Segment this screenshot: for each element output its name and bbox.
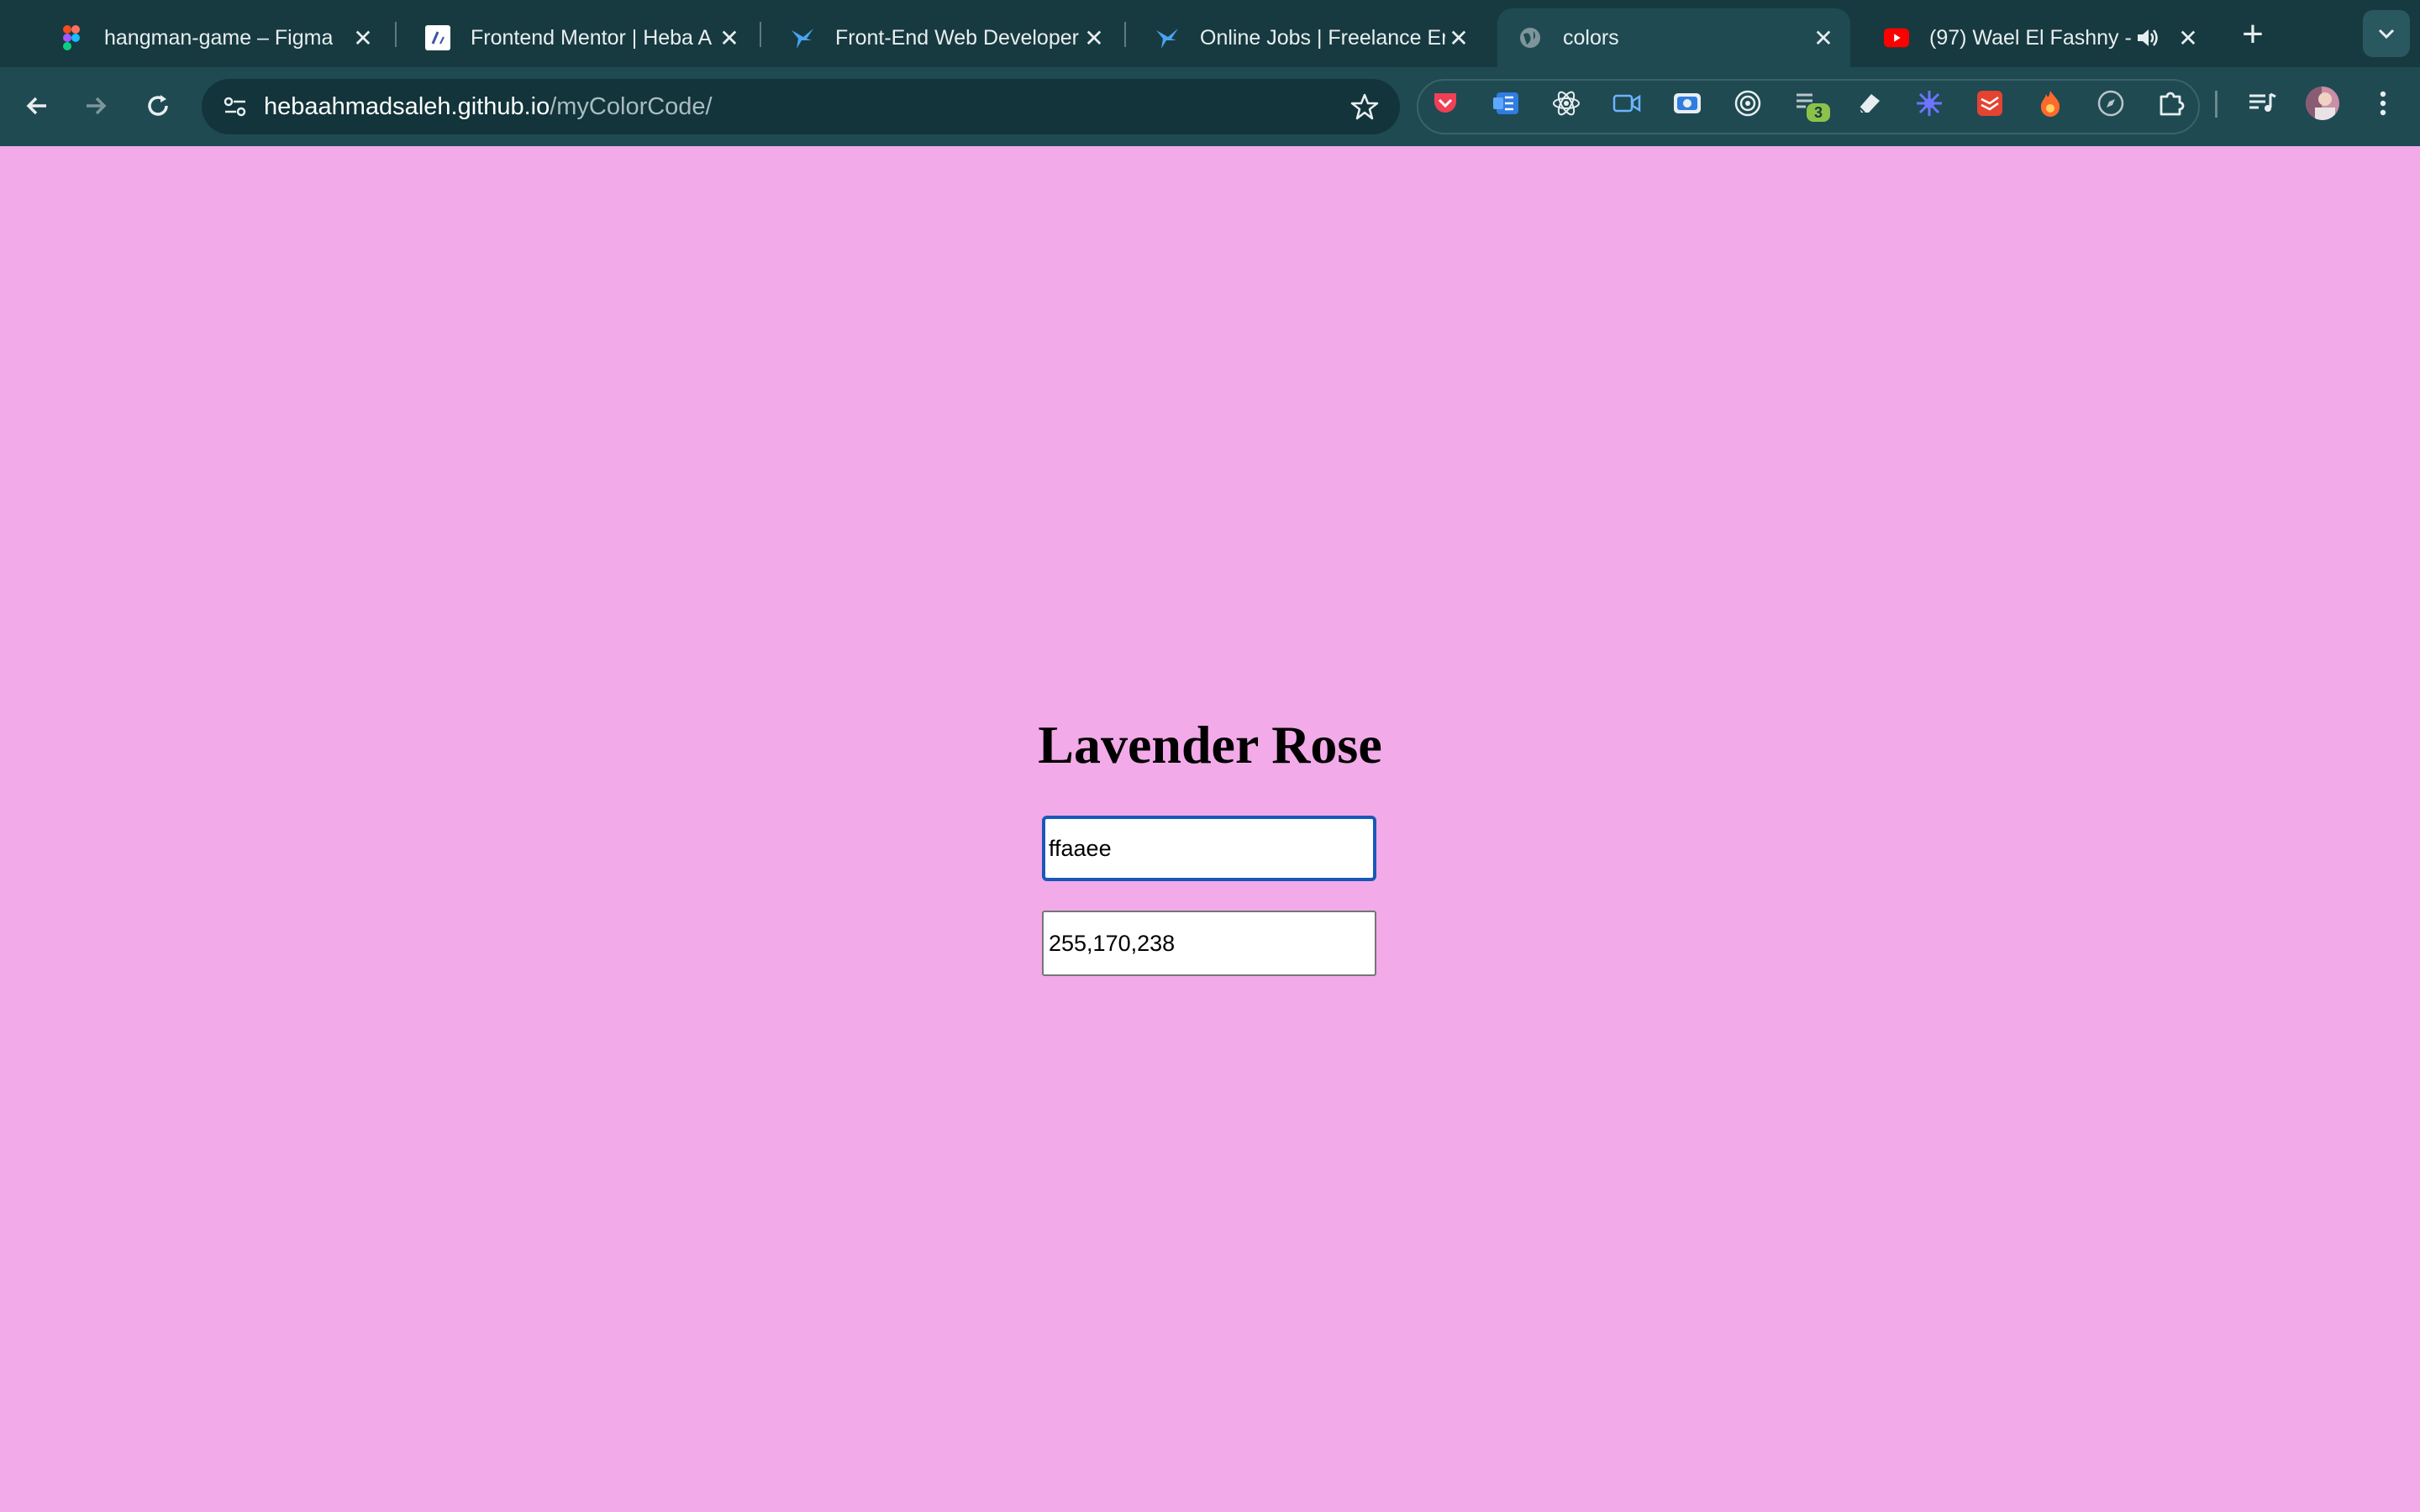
bookmark-extension-icon[interactable] (1487, 85, 1524, 122)
avatar[interactable] (2304, 85, 2341, 122)
frontend-mentor-icon (425, 25, 450, 50)
todoist-icon[interactable] (1971, 85, 2008, 122)
tab-title: Online Jobs | Freelance Er (1200, 25, 1445, 50)
screen-capture-icon[interactable] (1669, 85, 1706, 122)
tab-colors[interactable]: colors ✕ (1497, 8, 1850, 67)
chevron-down-icon (2378, 29, 2395, 39)
address-bar[interactable]: hebaahmadsaleh.github.io/myColorCode/ (202, 79, 1400, 134)
more-menu-icon[interactable] (2365, 85, 2402, 122)
page-content: Lavender Rose (0, 146, 2420, 1512)
url-path: /myColorCode/ (550, 93, 713, 120)
bird-icon (790, 25, 815, 50)
target-icon[interactable] (1729, 85, 1766, 122)
forward-button[interactable] (74, 84, 118, 128)
pocket-icon[interactable] (1427, 85, 1464, 122)
fire-icon[interactable] (2032, 85, 2069, 122)
eraser-icon[interactable] (1850, 85, 1887, 122)
hex-code-input[interactable] (1042, 816, 1376, 881)
bookmark-star-icon[interactable] (1348, 90, 1381, 123)
compass-icon[interactable] (2092, 85, 2129, 122)
browser-chrome: hangman-game – Figma ✕ Frontend Mentor |… (0, 0, 2420, 146)
media-controls-icon[interactable] (2244, 85, 2281, 122)
tab-separator (760, 22, 761, 47)
close-tab-icon[interactable]: ✕ (2173, 23, 2203, 53)
back-button[interactable] (15, 84, 59, 128)
color-name-heading: Lavender Rose (1038, 715, 1382, 774)
tab-title: hangman-game – Figma (104, 25, 334, 50)
reload-icon (148, 95, 168, 116)
sparkle-icon[interactable] (1911, 85, 1948, 122)
tab-title: Frontend Mentor | Heba A (471, 25, 713, 50)
notes-icon[interactable]: 3 (1790, 85, 1830, 122)
puzzle-icon[interactable] (2153, 85, 2190, 122)
url-domain: hebaahmadsaleh.github.io (264, 93, 550, 120)
tab-youtube[interactable]: (97) Wael El Fashny - ✕ (1864, 8, 2215, 67)
close-tab-icon[interactable]: ✕ (1444, 23, 1474, 53)
video-camera-icon[interactable] (1608, 85, 1645, 122)
close-tab-icon[interactable]: ✕ (714, 23, 744, 53)
rgb-code-input[interactable] (1042, 911, 1376, 976)
tab-separator (1124, 22, 1126, 47)
toolbar-divider (2215, 91, 2217, 118)
tab-search-button[interactable] (2363, 10, 2410, 57)
back-arrow-icon (26, 97, 46, 115)
tab-frontend-mentor[interactable]: Frontend Mentor | Heba A ✕ (405, 8, 756, 67)
globe-icon (1518, 25, 1543, 50)
tab-front-end-web-developer[interactable]: Front-End Web Developer ✕ (770, 8, 1121, 67)
tab-title: Front-End Web Developer (835, 25, 1079, 50)
extension-badge: 3 (1807, 103, 1830, 122)
site-settings-icon[interactable] (217, 88, 254, 125)
close-tab-icon[interactable]: ✕ (348, 23, 378, 53)
tab-title: colors (1563, 25, 1619, 50)
close-tab-icon[interactable]: ✕ (1808, 23, 1839, 53)
tab-online-jobs[interactable]: Online Jobs | Freelance Er ✕ (1134, 8, 1486, 67)
forward-arrow-icon (87, 97, 107, 115)
tab-separator (395, 22, 397, 47)
new-tab-button[interactable]: + (2232, 13, 2274, 55)
tab-title: (97) Wael El Fashny - (1929, 25, 2132, 50)
tab-figma[interactable]: hangman-game – Figma ✕ (39, 8, 390, 67)
tab-strip: hangman-game – Figma ✕ Frontend Mentor |… (0, 0, 2420, 67)
react-icon[interactable] (1548, 85, 1585, 122)
close-tab-icon[interactable]: ✕ (1079, 23, 1109, 53)
url-text: hebaahmadsaleh.github.io/myColorCode/ (264, 93, 713, 121)
speaker-icon[interactable] (2134, 25, 2160, 50)
figma-icon (59, 25, 84, 50)
youtube-icon (1884, 25, 1909, 50)
reload-button[interactable] (136, 84, 180, 128)
bird-icon (1155, 25, 1180, 50)
